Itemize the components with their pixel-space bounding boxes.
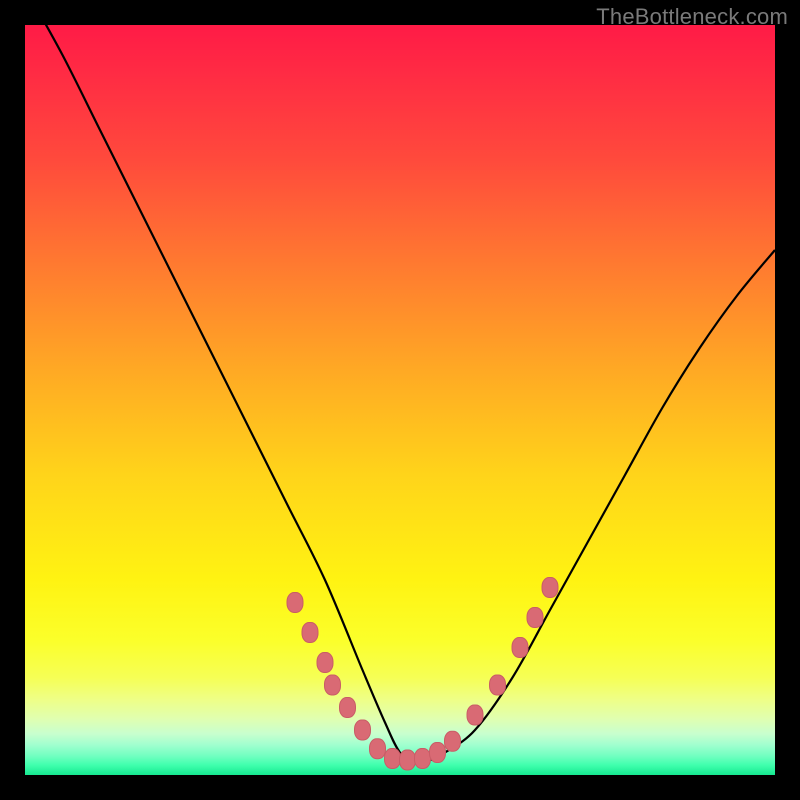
curve-marker	[430, 743, 446, 763]
curve-marker	[445, 731, 461, 751]
curve-marker	[542, 578, 558, 598]
curve-marker	[287, 593, 303, 613]
curve-marker	[467, 705, 483, 725]
bottleneck-curve-path	[25, 0, 775, 761]
curve-marker	[370, 739, 386, 759]
curve-marker	[302, 623, 318, 643]
watermark-text: TheBottleneck.com	[596, 4, 788, 30]
curve-marker	[527, 608, 543, 628]
curve-marker	[355, 720, 371, 740]
curve-marker	[385, 749, 401, 769]
curve-marker	[317, 653, 333, 673]
curve-marker	[325, 675, 341, 695]
curve-marker	[415, 749, 431, 769]
chart-frame: TheBottleneck.com	[0, 0, 800, 800]
curve-marker	[490, 675, 506, 695]
curve-marker	[340, 698, 356, 718]
curve-marker	[512, 638, 528, 658]
curve-marker	[400, 750, 416, 770]
curve-layer	[25, 25, 775, 775]
bottleneck-curve	[25, 0, 775, 761]
curve-markers	[287, 578, 558, 771]
